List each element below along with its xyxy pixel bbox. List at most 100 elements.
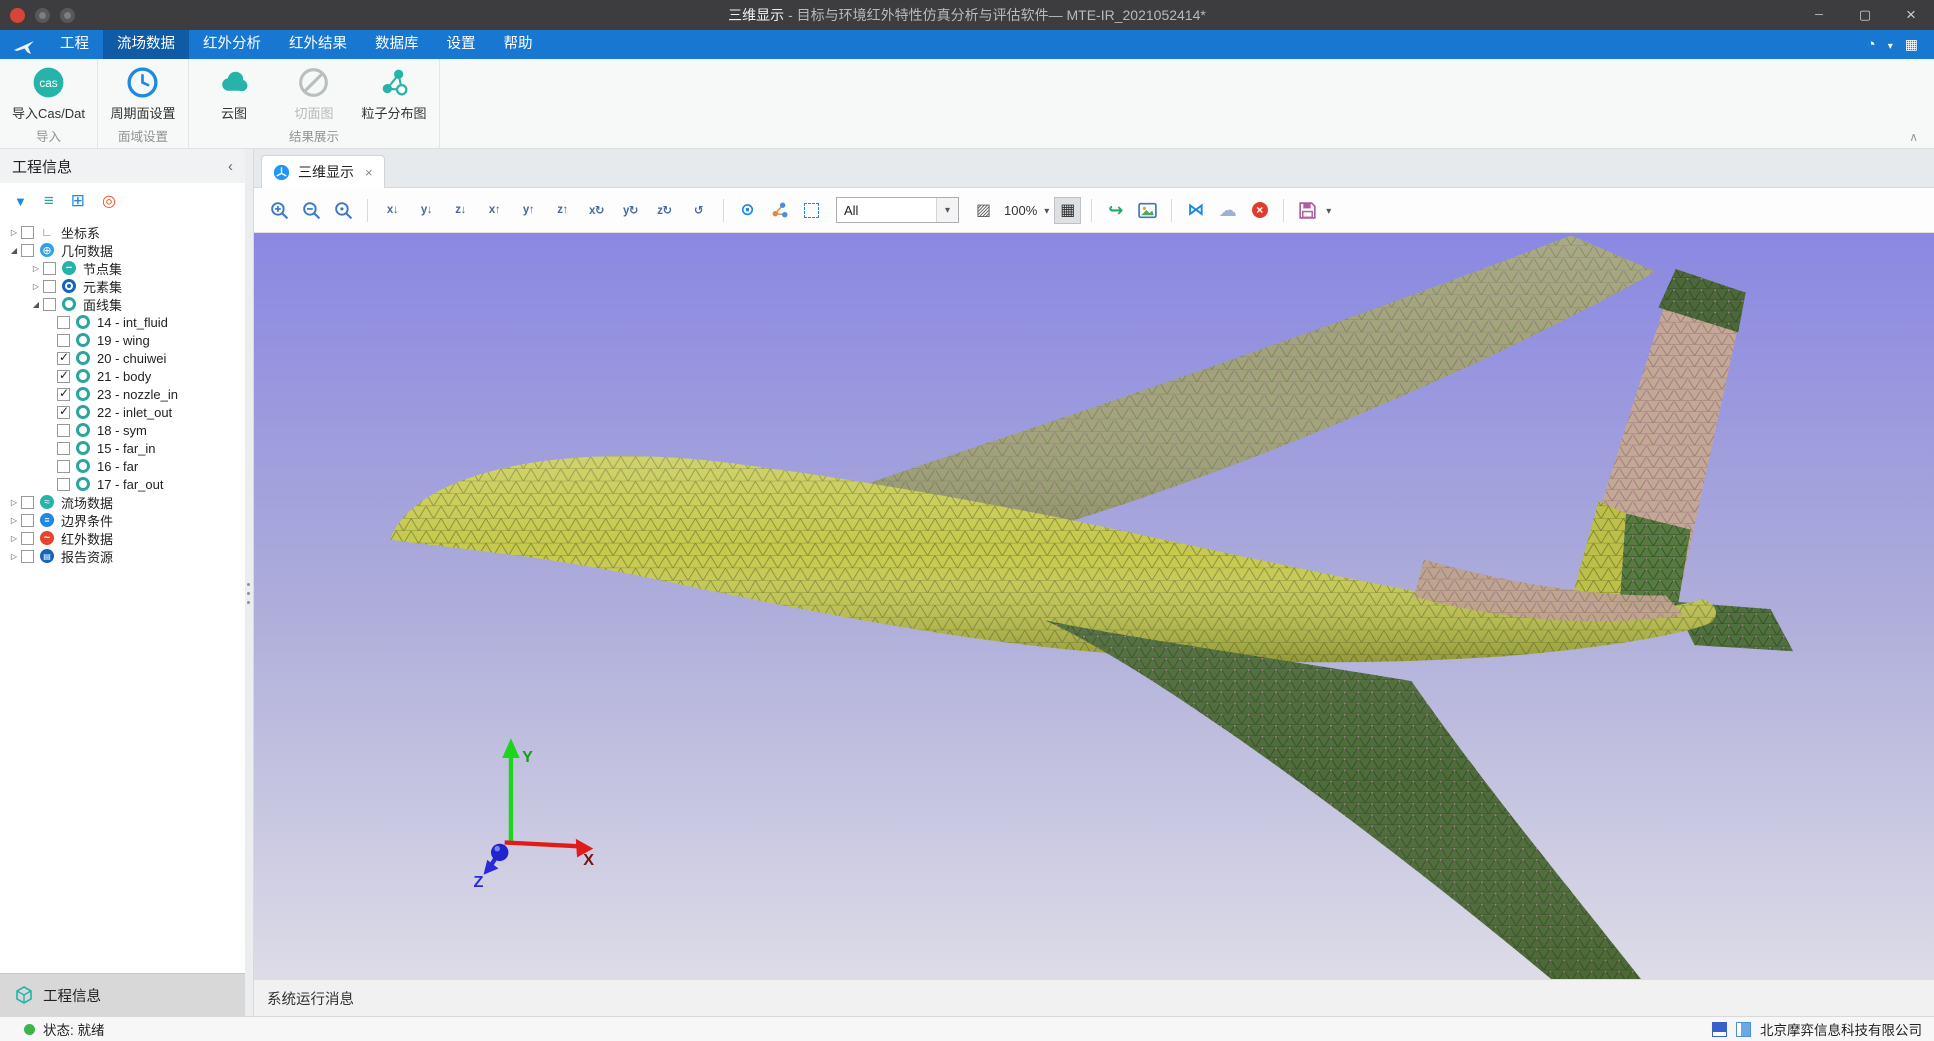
checkbox[interactable] <box>57 424 70 437</box>
panel-splitter[interactable] <box>245 149 254 1016</box>
view-x-down-button[interactable]: x↓ <box>378 198 407 223</box>
mesh-grid-toggle[interactable] <box>1054 197 1081 224</box>
menu-item-flow-data[interactable]: 流场数据 <box>103 30 189 59</box>
surface-filter-select[interactable]: All <box>836 197 959 223</box>
screenshot-icon[interactable] <box>1134 197 1161 224</box>
checkbox[interactable] <box>21 550 34 563</box>
grid-view-icon[interactable] <box>71 191 85 211</box>
view-z-down-button[interactable]: z↓ <box>446 198 475 223</box>
box-select-icon[interactable] <box>798 197 825 224</box>
zoom-in-icon[interactable] <box>266 197 293 224</box>
panel-collapse-button[interactable] <box>228 158 233 175</box>
checkbox[interactable] <box>21 514 34 527</box>
zoom-out-icon[interactable] <box>298 197 325 224</box>
menu-item-ir-analysis[interactable]: 红外分析 <box>189 30 275 59</box>
periodic-surface-button[interactable]: 周期面设置 <box>106 64 180 126</box>
expander-icon[interactable] <box>7 552 21 561</box>
close-button-icon[interactable] <box>1888 0 1934 30</box>
tree-item-boundary-conditions[interactable]: 边界条件 <box>0 511 245 529</box>
expander-icon[interactable] <box>7 516 21 525</box>
minimize-button-icon[interactable] <box>1796 0 1842 30</box>
menu-item-project[interactable]: 工程 <box>46 30 103 59</box>
menu-item-database[interactable]: 数据库 <box>361 30 433 59</box>
export-arrow-icon[interactable] <box>1102 197 1129 224</box>
checkbox[interactable] <box>57 460 70 473</box>
tree-item-15-far-in[interactable]: 15 - far_in <box>0 439 245 457</box>
combo-caret-icon[interactable] <box>936 198 958 222</box>
checkbox[interactable] <box>57 442 70 455</box>
viewport-3d[interactable]: Y X Z <box>254 233 1934 979</box>
expander-icon[interactable] <box>7 228 21 237</box>
checkbox[interactable] <box>57 334 70 347</box>
tree-item-coordinate-system[interactable]: 坐标系 <box>0 223 245 241</box>
menu-item-settings[interactable]: 设置 <box>433 30 490 59</box>
checkbox[interactable] <box>21 244 34 257</box>
ribbon-collapse-icon[interactable] <box>1909 130 1918 144</box>
app-badge-icon[interactable] <box>10 8 25 23</box>
save-caret-icon[interactable] <box>1326 201 1331 219</box>
tree-item-element-set[interactable]: 元素集 <box>0 277 245 295</box>
tree-item-flow-data[interactable]: 流场数据 <box>0 493 245 511</box>
tree-item-20-chuiwei[interactable]: 20 - chuiwei <box>0 349 245 367</box>
checkbox[interactable] <box>57 388 70 401</box>
filter-icon[interactable] <box>14 194 27 209</box>
tree-item-22-inlet-out[interactable]: 22 - inlet_out <box>0 403 245 421</box>
zoom-caret-icon[interactable] <box>1044 201 1049 219</box>
tab-close-icon[interactable] <box>365 165 373 180</box>
expander-icon[interactable] <box>29 300 43 309</box>
tree-item-surface-set[interactable]: 面线集 <box>0 295 245 313</box>
target-icon[interactable] <box>102 191 116 211</box>
cloud-display-icon[interactable] <box>1214 197 1241 224</box>
cancel-icon[interactable] <box>1246 197 1273 224</box>
view-y-up-button[interactable]: y↑ <box>514 198 543 223</box>
tree-item-16-far[interactable]: 16 - far <box>0 457 245 475</box>
tab-3d-display[interactable]: 三维显示 <box>261 155 385 188</box>
status-layout-icon-2[interactable] <box>1736 1022 1751 1037</box>
checkbox[interactable] <box>21 226 34 239</box>
import-cas-dat-button[interactable]: cas 导入Cas/Dat <box>8 64 89 126</box>
expander-icon[interactable] <box>29 264 43 273</box>
checkbox[interactable] <box>57 478 70 491</box>
tree-item-14-int-fluid[interactable]: 14 - int_fluid <box>0 313 245 331</box>
checkbox[interactable] <box>57 352 70 365</box>
tree-item-geometry-data[interactable]: 几何数据 <box>0 241 245 259</box>
probe-point-icon[interactable] <box>734 197 761 224</box>
rotate-x-button[interactable]: x↻ <box>582 198 611 223</box>
texture-pattern-icon[interactable] <box>970 197 997 224</box>
reset-view-button[interactable]: ↺ <box>684 198 713 223</box>
quick-access-button-2[interactable] <box>60 8 75 23</box>
particles-small-icon[interactable] <box>766 197 793 224</box>
tree-item-node-set[interactable]: 节点集 <box>0 259 245 277</box>
tree-item-21-body[interactable]: 21 - body <box>0 367 245 385</box>
tree-item-infrared-data[interactable]: 红外数据 <box>0 529 245 547</box>
checkbox[interactable] <box>57 370 70 383</box>
view-z-up-button[interactable]: z↑ <box>548 198 577 223</box>
tree-item-17-far-out[interactable]: 17 - far_out <box>0 475 245 493</box>
expander-icon[interactable] <box>7 534 21 543</box>
checkbox[interactable] <box>43 262 56 275</box>
menu-item-help[interactable]: 帮助 <box>490 30 547 59</box>
quick-access-button-1[interactable] <box>35 8 50 23</box>
expander-icon[interactable] <box>7 498 21 507</box>
theme-caret-icon[interactable] <box>1888 37 1893 52</box>
checkbox[interactable] <box>21 532 34 545</box>
view-y-down-button[interactable]: y↓ <box>412 198 441 223</box>
list-view-icon[interactable] <box>44 191 54 211</box>
checkbox[interactable] <box>43 280 56 293</box>
checkbox[interactable] <box>43 298 56 311</box>
mirror-icon[interactable] <box>1182 197 1209 224</box>
checkbox[interactable] <box>21 496 34 509</box>
status-layout-icon-1[interactable] <box>1712 1022 1727 1037</box>
view-x-up-button[interactable]: x↑ <box>480 198 509 223</box>
tree-item-23-nozzle-in[interactable]: 23 - nozzle_in <box>0 385 245 403</box>
viewport-3d-scene[interactable]: Y X Z <box>254 233 1934 979</box>
tree-item-report-resources[interactable]: 报告资源 <box>0 547 245 565</box>
project-info-bottom-tab[interactable]: 工程信息 <box>0 973 245 1016</box>
save-view-icon[interactable] <box>1294 197 1321 224</box>
tree-item-19-wing[interactable]: 19 - wing <box>0 331 245 349</box>
expander-icon[interactable] <box>29 282 43 291</box>
tree-item-18-sym[interactable]: 18 - sym <box>0 421 245 439</box>
layout-icon[interactable] <box>1905 36 1918 53</box>
zoom-level-value[interactable]: 100% <box>1004 203 1037 218</box>
rotate-z-button[interactable]: z↻ <box>650 198 679 223</box>
